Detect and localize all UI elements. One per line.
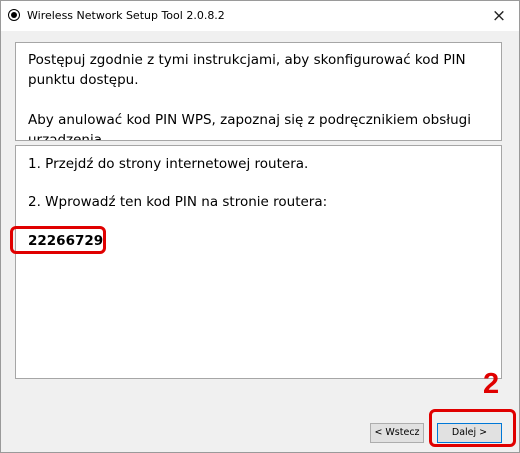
- step-2-text: 2. Wprowadź ten kod PIN na stronie route…: [28, 194, 328, 210]
- cancel-instruction-text: Aby anulować kod PIN WPS, zapoznaj się z…: [28, 112, 471, 141]
- close-button[interactable]: ×: [479, 1, 519, 31]
- step-number-annotation: 2: [483, 368, 500, 400]
- radio-icon: [8, 9, 20, 21]
- next-highlight-box: [429, 409, 516, 447]
- setup-window: Wireless Network Setup Tool 2.0.8.2 × Po…: [0, 0, 520, 453]
- window-title: Wireless Network Setup Tool 2.0.8.2: [27, 9, 225, 22]
- pin-highlight-box: [10, 226, 106, 254]
- instructions-panel: Postępuj zgodnie z tymi instrukcjami, ab…: [15, 42, 502, 141]
- back-button[interactable]: < Wstecz: [370, 423, 424, 443]
- step-1-text: 1. Przejdź do strony internetowej router…: [28, 156, 309, 172]
- instruction-text: Postępuj zgodnie z tymi instrukcjami, ab…: [28, 52, 466, 88]
- steps-panel: 1. Przejdź do strony internetowej router…: [15, 145, 502, 379]
- title-bar: Wireless Network Setup Tool 2.0.8.2 ×: [1, 1, 519, 31]
